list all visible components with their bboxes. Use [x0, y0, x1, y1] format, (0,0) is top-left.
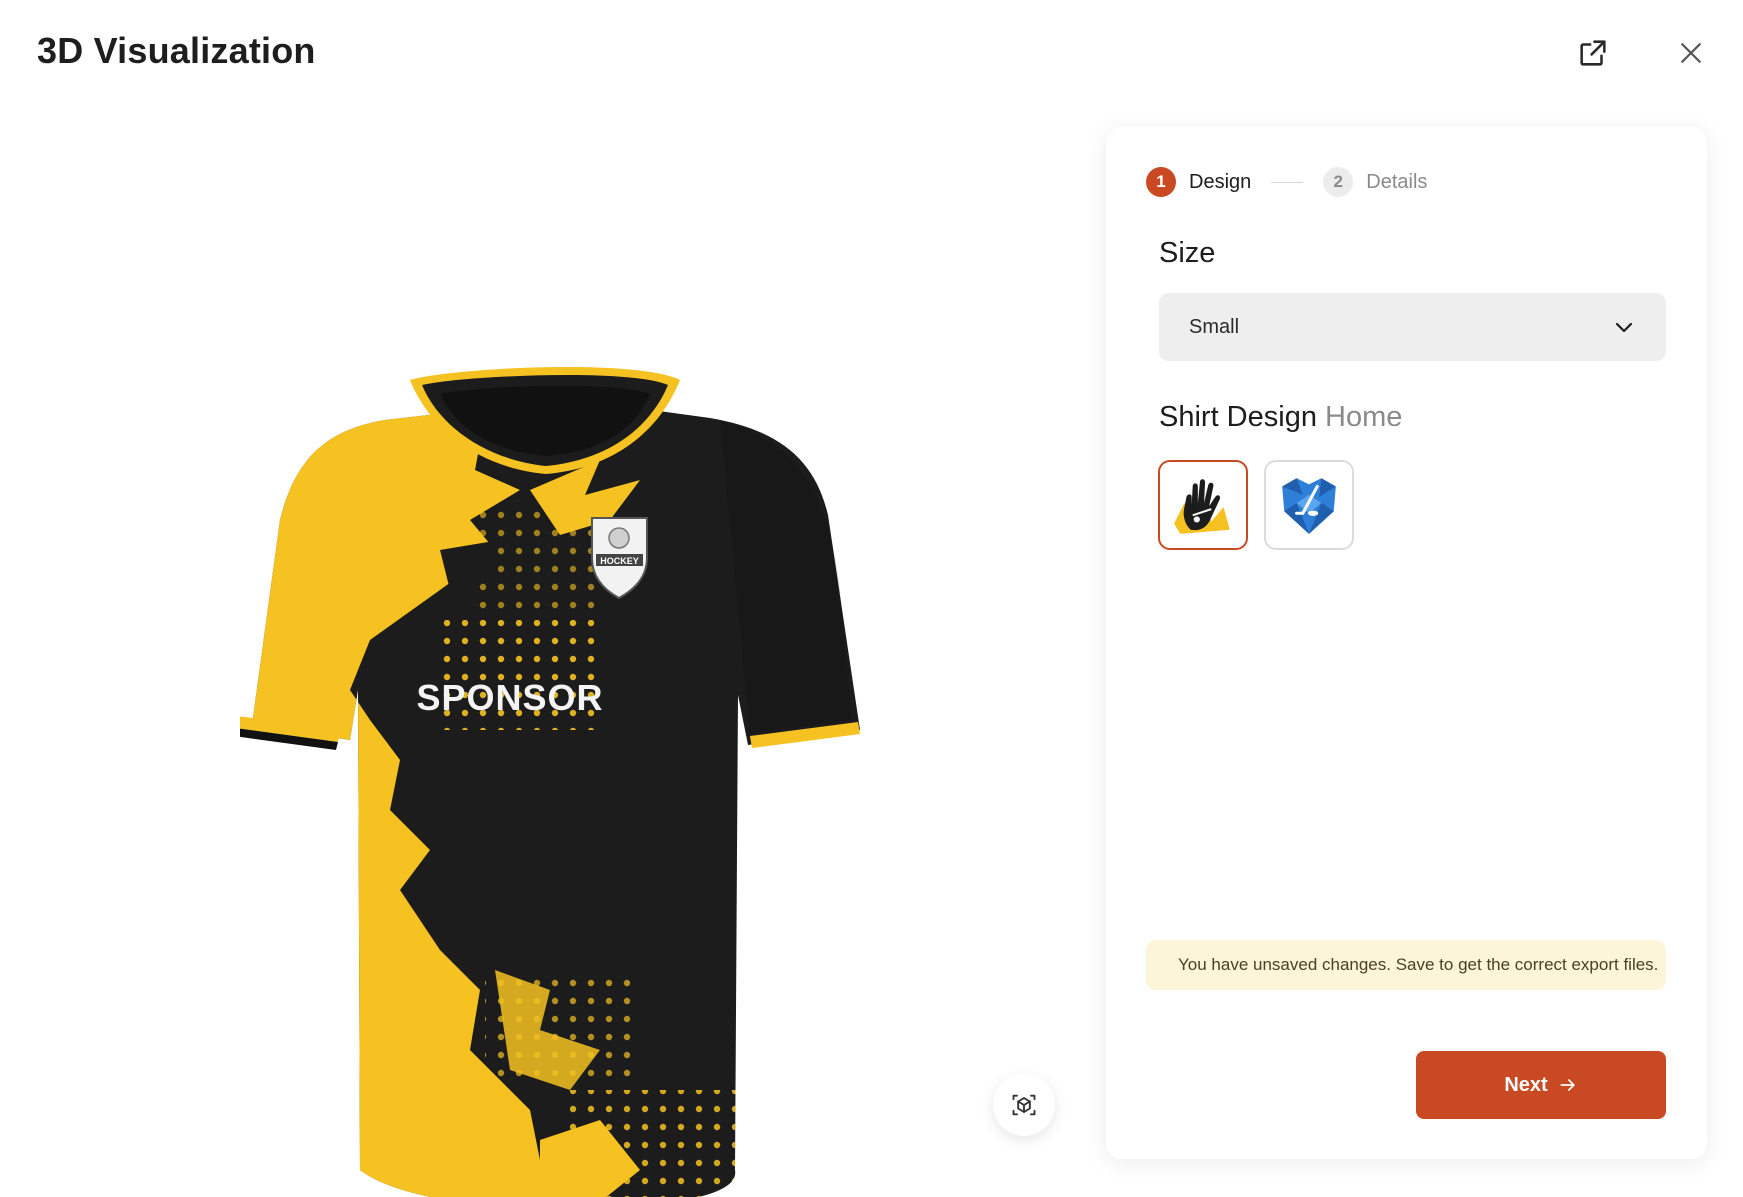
arrow-right-icon — [1560, 1079, 1575, 1091]
visualization-modal: 3D Visualization HOCKEY SPONSOR 1 Design… — [0, 0, 1743, 1197]
step-divider — [1271, 181, 1304, 183]
step-label: Details — [1366, 170, 1428, 193]
shirt-design-label: Shirt Design — [1159, 401, 1317, 433]
next-button-label: Next — [1504, 1073, 1548, 1096]
3d-viewer[interactable]: HOCKEY SPONSOR — [0, 110, 1090, 1197]
configurator-panel: 1 Design 2 Details Size Small Shirt Desi… — [1106, 127, 1707, 1159]
step-number: 1 — [1146, 167, 1176, 197]
hockey-stick-shield-icon — [1282, 478, 1336, 534]
step-number: 2 — [1323, 167, 1354, 197]
svg-text:HOCKEY: HOCKEY — [600, 556, 639, 566]
design-option-glove[interactable] — [1158, 460, 1248, 550]
close-button[interactable] — [1666, 28, 1716, 78]
step-details[interactable]: 2 Details — [1323, 167, 1427, 197]
step-label: Design — [1189, 170, 1252, 193]
modal-title: 3D Visualization — [37, 30, 316, 71]
chevron-down-icon — [1615, 322, 1633, 333]
design-options — [1158, 460, 1354, 550]
next-button[interactable]: Next — [1416, 1051, 1666, 1119]
size-select[interactable]: Small — [1159, 293, 1666, 361]
jersey-model[interactable]: HOCKEY SPONSOR — [226, 290, 880, 1197]
ar-view-button[interactable] — [993, 1074, 1055, 1136]
close-icon — [1681, 43, 1701, 63]
ar-cube-icon — [1012, 1094, 1036, 1116]
unsaved-changes-notice: You have unsaved changes. Save to get th… — [1146, 940, 1666, 990]
shirt-design-title: Shirt Design Home — [1159, 401, 1402, 434]
design-option-stick-shield[interactable] — [1264, 460, 1354, 550]
shirt-design-variant: Home — [1325, 401, 1403, 433]
size-select-value: Small — [1189, 315, 1240, 338]
step-design[interactable]: 1 Design — [1146, 167, 1251, 197]
external-link-icon — [1580, 40, 1606, 66]
open-external-button[interactable] — [1568, 28, 1618, 78]
sponsor-text: SPONSOR — [416, 677, 603, 718]
stepper: 1 Design 2 Details — [1146, 167, 1427, 197]
size-title: Size — [1159, 237, 1216, 269]
hockey-glove-icon — [1174, 479, 1230, 534]
jersey-render: HOCKEY SPONSOR — [226, 366, 860, 1197]
